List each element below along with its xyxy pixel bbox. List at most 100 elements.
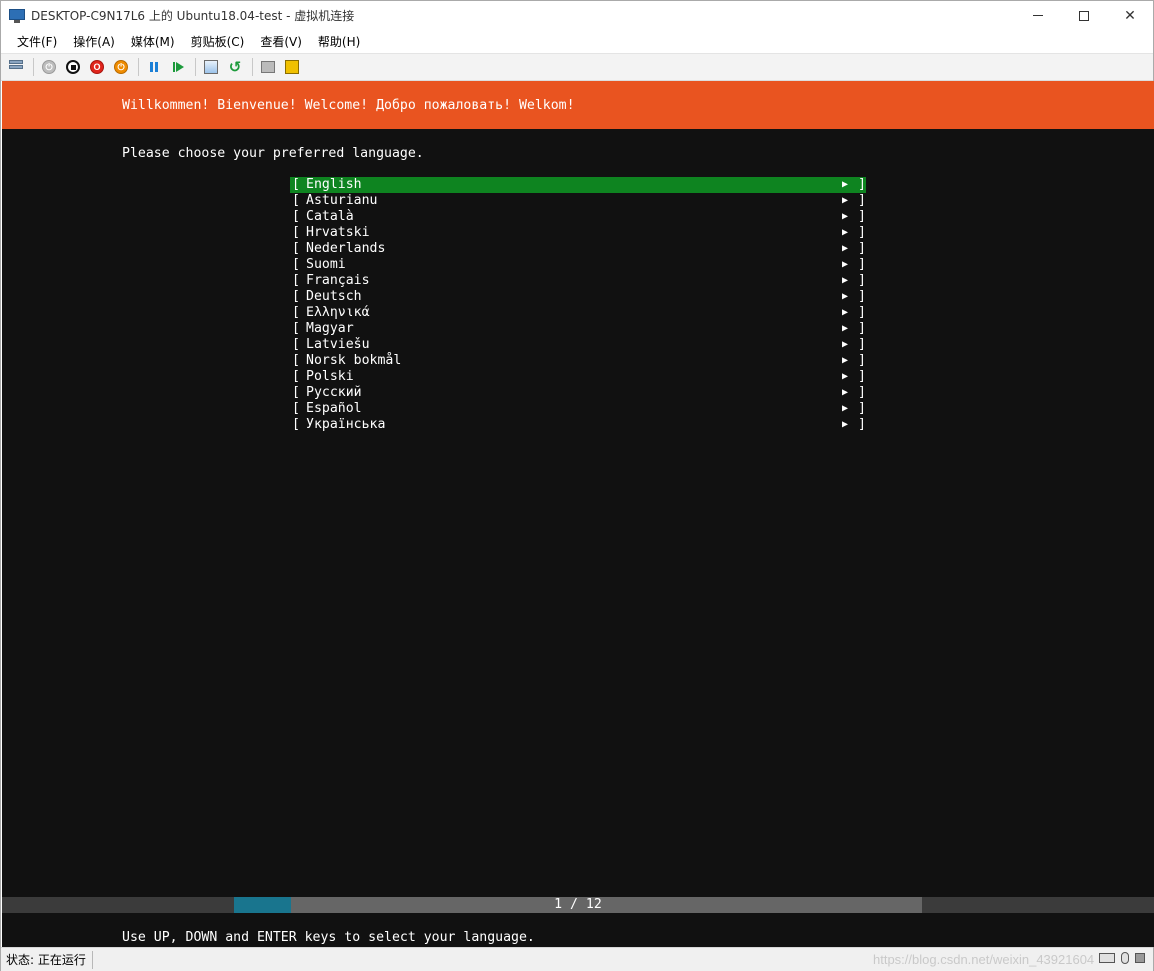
right-bracket: ] (858, 241, 866, 256)
ctrl-alt-del-button[interactable] (5, 56, 27, 78)
left-bracket: [ (292, 401, 300, 416)
shut-down-button[interactable]: O (86, 56, 108, 78)
mouse-icon (1121, 952, 1129, 964)
menu-file[interactable]: 文件(F) (9, 31, 65, 52)
language-option[interactable]: [ Magyar ▶] (290, 321, 866, 337)
revert-button[interactable]: ↺ (224, 56, 246, 78)
status-divider (91, 950, 93, 969)
language-option[interactable]: [Ελληνικά ▶] (290, 305, 866, 321)
left-bracket: [ (292, 353, 300, 368)
maximize-button[interactable] (1061, 1, 1107, 30)
submenu-arrow-icon: ▶ (842, 291, 849, 302)
left-bracket: [ (292, 305, 300, 320)
left-bracket: [ (292, 369, 300, 384)
enhanced-session-button[interactable] (281, 56, 303, 78)
menu-view[interactable]: 查看(V) (252, 31, 310, 52)
resume-icon (172, 62, 184, 72)
basic-session-button[interactable] (257, 56, 279, 78)
close-button[interactable]: ✕ (1107, 1, 1153, 30)
language-label: Polski (306, 369, 354, 384)
vm-connect-icon (9, 8, 25, 23)
right-bracket: ] (858, 321, 866, 336)
submenu-arrow-icon: ▶ (842, 339, 849, 350)
language-option[interactable]: [Català ▶] (290, 209, 866, 225)
right-bracket: ] (858, 257, 866, 272)
submenu-arrow-icon: ▶ (842, 227, 849, 238)
pause-icon (150, 62, 158, 72)
right-bracket: ] (858, 273, 866, 288)
language-label: Asturianu (306, 193, 378, 208)
resume-button[interactable] (167, 56, 189, 78)
pause-button[interactable] (143, 56, 165, 78)
progress-strip: 1 / 12 (2, 897, 1154, 913)
menu-media[interactable]: 媒体(M) (123, 31, 183, 52)
title-bar[interactable]: DESKTOP-C9N17L6 上的 Ubuntu18.04-test - 虚拟… (1, 1, 1153, 30)
language-option[interactable]: [Norsk bokmål ▶] (290, 353, 866, 369)
vm-console[interactable]: Willkommen! Bienvenue! Welcome! Добро по… (2, 81, 1154, 947)
language-label: Latviešu (306, 337, 370, 352)
close-icon: ✕ (1124, 7, 1136, 23)
right-bracket: ] (858, 369, 866, 384)
menu-clipboard[interactable]: 剪贴板(C) (183, 31, 253, 52)
language-option[interactable]: [Español ▶] (290, 401, 866, 417)
vm-connection-window: DESKTOP-C9N17L6 上的 Ubuntu18.04-test - 虚拟… (0, 0, 1154, 971)
left-bracket: [ (292, 193, 300, 208)
menu-action[interactable]: 操作(A) (65, 31, 123, 52)
submenu-arrow-icon: ▶ (842, 387, 849, 398)
submenu-arrow-icon: ▶ (842, 323, 849, 334)
language-label: Català (306, 209, 354, 224)
right-bracket: ] (858, 177, 866, 192)
minimize-icon (1033, 15, 1043, 16)
left-bracket: [ (292, 241, 300, 256)
submenu-arrow-icon: ▶ (842, 195, 849, 206)
submenu-arrow-icon: ▶ (842, 355, 849, 366)
language-option[interactable]: [Русский ▶] (290, 385, 866, 401)
right-bracket: ] (858, 209, 866, 224)
toolbar: ⏻ O ⏻ ↺ (1, 53, 1153, 81)
turn-off-icon (66, 60, 80, 74)
save-state-button[interactable]: ⏻ (110, 56, 132, 78)
left-bracket: [ (292, 385, 300, 400)
language-label: Suomi (306, 257, 346, 272)
language-option[interactable]: [Deutsch ▶] (290, 289, 866, 305)
language-label: Hrvatski (306, 225, 370, 240)
language-option[interactable]: [Latviešu ▶] (290, 337, 866, 353)
language-list: [English ▶] [Asturianu ▶] [Català ▶] [Hrvatski… (290, 177, 866, 433)
submenu-arrow-icon: ▶ (842, 403, 849, 414)
submenu-arrow-icon: ▶ (842, 419, 849, 430)
revert-icon: ↺ (228, 59, 242, 76)
right-bracket: ] (858, 225, 866, 240)
start-button[interactable]: ⏻ (38, 56, 60, 78)
status-text: 状态: 正在运行 (6, 953, 86, 967)
menu-help[interactable]: 帮助(H) (310, 31, 368, 52)
language-option[interactable]: [Українська ▶] (290, 417, 866, 433)
language-option[interactable]: [Hrvatski ▶] (290, 225, 866, 241)
language-label: English (306, 177, 362, 192)
progress-bar: 1 / 12 (234, 897, 922, 913)
language-option[interactable]: [Suomi ▶] (290, 257, 866, 273)
checkpoint-icon (204, 60, 218, 74)
language-label: Magyar (306, 321, 354, 336)
language-option[interactable]: [Asturianu ▶] (290, 193, 866, 209)
checkpoint-button[interactable] (200, 56, 222, 78)
language-option[interactable]: [Nederlands ▶] (290, 241, 866, 257)
language-label: Ελληνικά (306, 305, 370, 320)
menu-bar: 文件(F) 操作(A) 媒体(M) 剪贴板(C) 查看(V) 帮助(H) (1, 30, 1153, 53)
help-text: Use UP, DOWN and ENTER keys to select yo… (122, 930, 535, 945)
left-bracket: [ (292, 321, 300, 336)
language-option[interactable]: [Français ▶] (290, 273, 866, 289)
ctrl-alt-del-icon (9, 60, 23, 74)
shut-down-icon: O (90, 60, 104, 74)
language-option[interactable]: [Polski ▶] (290, 369, 866, 385)
status-bar: 状态: 正在运行 https://blog.csdn.net/weixin_43… (1, 947, 1153, 971)
turn-off-button[interactable] (62, 56, 84, 78)
language-label: Français (306, 273, 370, 288)
minimize-button[interactable] (1015, 1, 1061, 30)
language-option[interactable]: [English ▶] (290, 177, 866, 193)
language-prompt: Please choose your preferred language. (122, 146, 424, 161)
save-icon: ⏻ (114, 60, 128, 74)
language-label: Русский (306, 385, 362, 400)
language-label: Deutsch (306, 289, 362, 304)
right-bracket: ] (858, 401, 866, 416)
submenu-arrow-icon: ▶ (842, 243, 849, 254)
